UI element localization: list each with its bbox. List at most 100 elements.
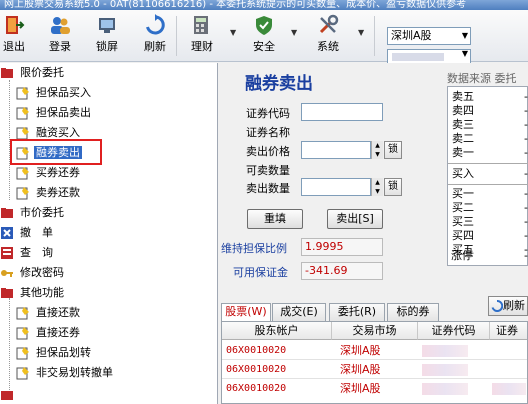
tree-item-label: 卖券还款 [36, 186, 80, 199]
tree-item-label: 修改密码 [20, 266, 64, 279]
exit-button[interactable]: 退出 [0, 12, 28, 58]
nav-tree: 限价委托 担保品买入 担保品卖出 融资买入 融券卖出 买券还券 卖券还款 市价委… [0, 63, 218, 404]
tree-connector [9, 298, 10, 396]
tree-item-collateral-sell[interactable]: 担保品卖出 [16, 103, 93, 123]
finance-button[interactable]: 理财 [186, 12, 218, 58]
refresh-icon [146, 14, 165, 35]
selection-highlight-box [10, 139, 102, 165]
tree-item-collateral-buy[interactable]: 担保品买入 [16, 83, 93, 103]
tab-orders[interactable]: 委托(R) [329, 303, 385, 321]
lock-screen-button[interactable]: 锁屏 [91, 12, 123, 58]
positions-table: 股东帐户 交易市场 证券代码 证券 06X0010020 深圳A股 06X001… [221, 321, 528, 404]
table-refresh-button[interactable]: 刷新 [488, 296, 528, 316]
tree-item-label: 担保品卖出 [36, 106, 91, 119]
tab-underlying[interactable]: 标的券 [387, 303, 439, 321]
quote-label: 卖一 [452, 146, 474, 159]
tree-item-limit-order[interactable]: 限价委托 [0, 63, 66, 83]
chevron-down-icon: ▼ [461, 31, 468, 40]
table-cell-account: 06X0010020 [226, 383, 287, 394]
price-lock-button[interactable]: 锁 [384, 141, 402, 159]
quote-row: 买四 - [452, 229, 528, 243]
table-refresh-label: 刷新 [503, 299, 525, 312]
security-button[interactable]: 安全 [248, 12, 280, 58]
tree-item-label: 买券还券 [36, 166, 80, 179]
tab-stocks[interactable]: 股票(W) [221, 303, 271, 322]
column-header[interactable]: 股东帐户 [222, 322, 332, 340]
calculator-icon [194, 16, 208, 34]
quote-label: 买入 [452, 167, 474, 180]
sell-button[interactable]: 卖出[S] [327, 209, 383, 229]
quote-value: - [524, 104, 528, 117]
form-icon [16, 367, 29, 380]
market-select[interactable]: 深圳A股 ▼ [387, 27, 471, 45]
tree-item-label: 市价委托 [20, 206, 64, 219]
margin-ratio-label: 维持担保比例 [221, 242, 287, 255]
tree-item-cancel[interactable]: 撤 单 [0, 223, 55, 243]
refresh-label: 刷新 [144, 40, 166, 53]
row-divider [222, 378, 527, 379]
toolbar-separator [176, 16, 177, 56]
quote-row: 卖四 - [452, 104, 528, 118]
quote-label: 涨停 [451, 249, 473, 262]
tree-item-label: 担保品划转 [36, 346, 91, 359]
tree-item-label: 直接还款 [36, 306, 80, 319]
security-dropdown-icon[interactable]: ▼ [291, 28, 297, 37]
form-icon [16, 87, 29, 100]
reset-button[interactable]: 重填 [247, 209, 303, 229]
column-header[interactable]: 交易市场 [332, 322, 418, 340]
refresh-button[interactable]: 刷新 [139, 12, 171, 58]
tree-item-direct-repay[interactable]: 直接还款 [16, 303, 82, 323]
toolbar-separator [374, 16, 375, 56]
login-button[interactable]: 登录 [44, 12, 76, 58]
quantity-lock-button[interactable]: 锁 [384, 178, 402, 196]
tree-item-change-password[interactable]: 修改密码 [0, 263, 66, 283]
chevron-down-icon: ▼ [461, 49, 468, 58]
tree-item-partial[interactable] [0, 385, 18, 404]
quote-label: 卖五 [452, 90, 474, 103]
form-icon [16, 107, 29, 120]
system-button[interactable]: 系统 [312, 12, 344, 58]
tree-item-direct-return[interactable]: 直接还券 [16, 323, 82, 343]
finance-dropdown-icon[interactable]: ▼ [230, 28, 236, 37]
quote-value: - [524, 201, 528, 214]
window-title: 网上股票交易系统5.0 - 0AT(81106616216) - 本委托系统提示… [4, 0, 467, 10]
system-label: 系统 [317, 40, 339, 53]
title-bar: 网上股票交易系统5.0 - 0AT(81106616216) - 本委托系统提示… [0, 0, 528, 10]
column-header[interactable]: 证券代码 [418, 322, 490, 340]
quantity-stepper[interactable]: ▲ ▼ [371, 178, 383, 196]
row-divider [222, 359, 527, 360]
tree-item-non-trade-cancel[interactable]: 非交易划转撤单 [16, 363, 115, 383]
security-label: 安全 [253, 40, 275, 53]
tree-item-query[interactable]: 查 询 [0, 243, 55, 263]
quote-row: 买三 - [452, 215, 528, 229]
quote-row: 卖五 - [452, 90, 528, 104]
column-header[interactable]: 证券 [490, 322, 527, 340]
tree-item-collateral-transfer[interactable]: 担保品划转 [16, 343, 93, 363]
avail-label: 可卖数量 [246, 164, 290, 177]
tree-item-buy-to-return[interactable]: 买券还券 [16, 163, 82, 183]
exit-label: 退出 [3, 40, 25, 53]
price-label: 卖出价格 [246, 145, 290, 158]
tree-item-sell-to-repay[interactable]: 卖券还款 [16, 183, 82, 203]
tab-trades[interactable]: 成交(E) [272, 303, 326, 321]
system-dropdown-icon[interactable]: ▼ [358, 28, 364, 37]
tree-item-label: 限价委托 [20, 66, 64, 79]
tree-item-label: 担保品买入 [36, 86, 91, 99]
shield-icon [256, 16, 272, 35]
tree-item-label: 其他功能 [20, 286, 64, 299]
redacted-cell [422, 364, 468, 376]
quote-row: 买一 - [452, 187, 528, 201]
quote-value: - [524, 146, 528, 159]
price-stepper[interactable]: ▲ ▼ [371, 141, 383, 159]
table-cell-account: 06X0010020 [226, 345, 287, 356]
sell-quantity-input[interactable] [301, 178, 371, 196]
users-icon [51, 17, 70, 34]
quote-value: - [524, 215, 528, 228]
code-label: 证券代码 [246, 107, 290, 120]
security-code-input[interactable] [301, 103, 383, 121]
sell-price-input[interactable] [301, 141, 371, 159]
tree-item-market-order[interactable]: 市价委托 [0, 203, 66, 223]
tree-item-other-functions[interactable]: 其他功能 [0, 283, 66, 303]
tree-item-label: 撤 单 [20, 226, 53, 239]
redacted-cell [492, 383, 526, 395]
